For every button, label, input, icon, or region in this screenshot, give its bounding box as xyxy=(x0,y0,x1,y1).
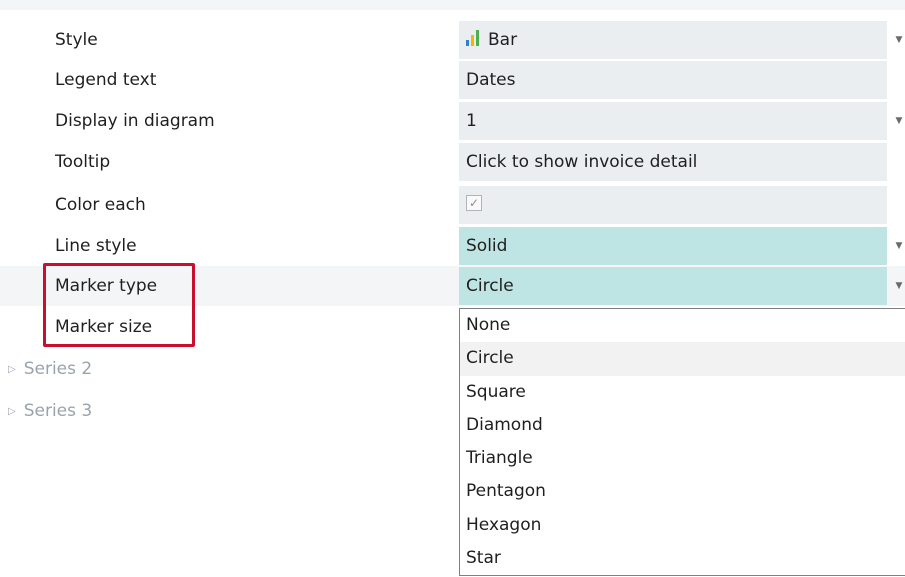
highlight-box xyxy=(43,263,195,347)
style-select[interactable]: Bar xyxy=(459,21,887,59)
chevron-down-icon[interactable]: ▼ xyxy=(893,266,905,306)
chevron-down-icon[interactable]: ▼ xyxy=(893,226,905,266)
series-2-node[interactable]: ▷ Series 2 xyxy=(8,349,92,389)
panel-top-strip xyxy=(0,0,905,10)
chevron-down-icon[interactable]: ▼ xyxy=(893,101,905,141)
dropdown-option-none[interactable]: None xyxy=(460,309,905,342)
property-row-color-each: Color each ✓ xyxy=(0,185,905,225)
dropdown-option-pentagon[interactable]: Pentagon xyxy=(460,475,905,508)
display-in-diagram-select[interactable]: 1 xyxy=(459,102,887,140)
color-each-checkbox[interactable]: ✓ xyxy=(466,195,482,211)
tooltip-field[interactable]: Click to show invoice detail xyxy=(459,143,887,181)
dropdown-option-diamond[interactable]: Diamond xyxy=(460,409,905,442)
bar-chart-icon xyxy=(466,30,479,46)
marker-type-select[interactable]: Circle xyxy=(459,267,887,305)
property-label-color-each: Color each xyxy=(55,195,146,215)
style-select-value: Bar xyxy=(488,30,518,50)
series-2-label: Series 2 xyxy=(23,359,93,379)
property-row-line-style: Line style Solid ▼ xyxy=(0,226,905,266)
series-3-node[interactable]: ▷ Series 3 xyxy=(8,391,92,431)
dropdown-option-hexagon[interactable]: Hexagon xyxy=(460,509,905,542)
dropdown-option-circle[interactable]: Circle xyxy=(460,342,905,376)
property-label-line-style: Line style xyxy=(55,236,137,256)
marker-type-dropdown-list: None Circle Square Diamond Triangle Pent… xyxy=(459,308,905,576)
line-style-select[interactable]: Solid xyxy=(459,227,887,265)
expand-arrow-icon[interactable]: ▷ xyxy=(8,406,16,417)
color-each-cell: ✓ xyxy=(459,186,887,224)
expand-arrow-icon[interactable]: ▷ xyxy=(8,364,16,375)
legend-text-field[interactable]: Dates xyxy=(459,61,887,99)
property-row-tooltip: Tooltip Click to show invoice detail xyxy=(0,142,905,182)
dropdown-option-square[interactable]: Square xyxy=(460,376,905,409)
chevron-down-icon[interactable]: ▼ xyxy=(893,20,905,60)
property-row-display-in-diagram: Display in diagram 1 ▼ xyxy=(0,101,905,141)
property-label-tooltip: Tooltip xyxy=(55,152,111,172)
property-label-legend-text: Legend text xyxy=(55,70,157,90)
property-label-style: Style xyxy=(55,30,98,50)
property-row-legend-text: Legend text Dates xyxy=(0,60,905,100)
series-3-label: Series 3 xyxy=(23,401,93,421)
dropdown-option-star[interactable]: Star xyxy=(460,542,905,575)
property-row-style: Style Bar ▼ xyxy=(0,20,905,60)
property-label-display-in-diagram: Display in diagram xyxy=(55,111,215,131)
dropdown-option-triangle[interactable]: Triangle xyxy=(460,442,905,475)
